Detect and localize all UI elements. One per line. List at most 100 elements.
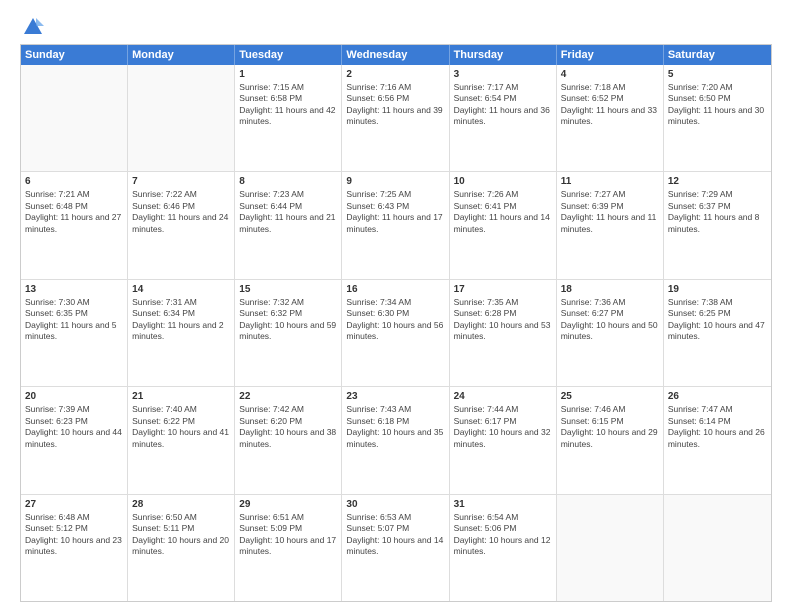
- calendar-cell: 15Sunrise: 7:32 AMSunset: 6:32 PMDayligh…: [235, 280, 342, 386]
- calendar-cell: [664, 495, 771, 601]
- cell-detail: Sunrise: 7:47 AMSunset: 6:14 PMDaylight:…: [668, 404, 767, 450]
- cell-detail: Sunrise: 7:46 AMSunset: 6:15 PMDaylight:…: [561, 404, 659, 450]
- calendar-cell: 27Sunrise: 6:48 AMSunset: 5:12 PMDayligh…: [21, 495, 128, 601]
- day-number: 7: [132, 175, 230, 188]
- calendar-cell: 19Sunrise: 7:38 AMSunset: 6:25 PMDayligh…: [664, 280, 771, 386]
- day-number: 21: [132, 390, 230, 403]
- calendar-cell: 28Sunrise: 6:50 AMSunset: 5:11 PMDayligh…: [128, 495, 235, 601]
- calendar-cell: 9Sunrise: 7:25 AMSunset: 6:43 PMDaylight…: [342, 172, 449, 278]
- calendar: SundayMondayTuesdayWednesdayThursdayFrid…: [20, 44, 772, 602]
- calendar-cell: 22Sunrise: 7:42 AMSunset: 6:20 PMDayligh…: [235, 387, 342, 493]
- day-number: 27: [25, 498, 123, 511]
- cell-detail: Sunrise: 7:31 AMSunset: 6:34 PMDaylight:…: [132, 297, 230, 343]
- day-number: 17: [454, 283, 552, 296]
- cell-detail: Sunrise: 7:25 AMSunset: 6:43 PMDaylight:…: [346, 189, 444, 235]
- cell-detail: Sunrise: 7:16 AMSunset: 6:56 PMDaylight:…: [346, 82, 444, 128]
- calendar-cell: 6Sunrise: 7:21 AMSunset: 6:48 PMDaylight…: [21, 172, 128, 278]
- calendar-cell: 23Sunrise: 7:43 AMSunset: 6:18 PMDayligh…: [342, 387, 449, 493]
- calendar-cell: 3Sunrise: 7:17 AMSunset: 6:54 PMDaylight…: [450, 65, 557, 171]
- cell-detail: Sunrise: 6:51 AMSunset: 5:09 PMDaylight:…: [239, 512, 337, 558]
- calendar-cell: 24Sunrise: 7:44 AMSunset: 6:17 PMDayligh…: [450, 387, 557, 493]
- header: [20, 16, 772, 36]
- cell-detail: Sunrise: 7:43 AMSunset: 6:18 PMDaylight:…: [346, 404, 444, 450]
- day-number: 3: [454, 68, 552, 81]
- cell-detail: Sunrise: 7:38 AMSunset: 6:25 PMDaylight:…: [668, 297, 767, 343]
- cell-detail: Sunrise: 7:42 AMSunset: 6:20 PMDaylight:…: [239, 404, 337, 450]
- calendar-header-cell: Tuesday: [235, 45, 342, 65]
- day-number: 20: [25, 390, 123, 403]
- calendar-header-cell: Sunday: [21, 45, 128, 65]
- day-number: 15: [239, 283, 337, 296]
- logo: [20, 16, 44, 36]
- cell-detail: Sunrise: 7:35 AMSunset: 6:28 PMDaylight:…: [454, 297, 552, 343]
- calendar-cell: 21Sunrise: 7:40 AMSunset: 6:22 PMDayligh…: [128, 387, 235, 493]
- calendar-cell: 14Sunrise: 7:31 AMSunset: 6:34 PMDayligh…: [128, 280, 235, 386]
- calendar-header-cell: Saturday: [664, 45, 771, 65]
- calendar-cell: 18Sunrise: 7:36 AMSunset: 6:27 PMDayligh…: [557, 280, 664, 386]
- calendar-week-row: 1Sunrise: 7:15 AMSunset: 6:58 PMDaylight…: [21, 65, 771, 172]
- day-number: 14: [132, 283, 230, 296]
- calendar-week-row: 20Sunrise: 7:39 AMSunset: 6:23 PMDayligh…: [21, 387, 771, 494]
- day-number: 9: [346, 175, 444, 188]
- day-number: 18: [561, 283, 659, 296]
- calendar-header-cell: Monday: [128, 45, 235, 65]
- cell-detail: Sunrise: 7:32 AMSunset: 6:32 PMDaylight:…: [239, 297, 337, 343]
- calendar-cell: 2Sunrise: 7:16 AMSunset: 6:56 PMDaylight…: [342, 65, 449, 171]
- day-number: 12: [668, 175, 767, 188]
- calendar-week-row: 13Sunrise: 7:30 AMSunset: 6:35 PMDayligh…: [21, 280, 771, 387]
- day-number: 19: [668, 283, 767, 296]
- cell-detail: Sunrise: 7:29 AMSunset: 6:37 PMDaylight:…: [668, 189, 767, 235]
- cell-detail: Sunrise: 7:26 AMSunset: 6:41 PMDaylight:…: [454, 189, 552, 235]
- calendar-cell: [557, 495, 664, 601]
- cell-detail: Sunrise: 7:15 AMSunset: 6:58 PMDaylight:…: [239, 82, 337, 128]
- day-number: 4: [561, 68, 659, 81]
- calendar-cell: 12Sunrise: 7:29 AMSunset: 6:37 PMDayligh…: [664, 172, 771, 278]
- day-number: 23: [346, 390, 444, 403]
- day-number: 28: [132, 498, 230, 511]
- cell-detail: Sunrise: 7:22 AMSunset: 6:46 PMDaylight:…: [132, 189, 230, 235]
- calendar-cell: 26Sunrise: 7:47 AMSunset: 6:14 PMDayligh…: [664, 387, 771, 493]
- calendar-cell: 20Sunrise: 7:39 AMSunset: 6:23 PMDayligh…: [21, 387, 128, 493]
- calendar-cell: 31Sunrise: 6:54 AMSunset: 5:06 PMDayligh…: [450, 495, 557, 601]
- calendar-page: SundayMondayTuesdayWednesdayThursdayFrid…: [0, 0, 792, 612]
- day-number: 24: [454, 390, 552, 403]
- day-number: 2: [346, 68, 444, 81]
- cell-detail: Sunrise: 7:21 AMSunset: 6:48 PMDaylight:…: [25, 189, 123, 235]
- calendar-cell: 11Sunrise: 7:27 AMSunset: 6:39 PMDayligh…: [557, 172, 664, 278]
- calendar-cell: 10Sunrise: 7:26 AMSunset: 6:41 PMDayligh…: [450, 172, 557, 278]
- cell-detail: Sunrise: 7:34 AMSunset: 6:30 PMDaylight:…: [346, 297, 444, 343]
- cell-detail: Sunrise: 7:44 AMSunset: 6:17 PMDaylight:…: [454, 404, 552, 450]
- calendar-cell: [128, 65, 235, 171]
- calendar-header-cell: Thursday: [450, 45, 557, 65]
- calendar-cell: 29Sunrise: 6:51 AMSunset: 5:09 PMDayligh…: [235, 495, 342, 601]
- logo-icon: [22, 16, 44, 38]
- calendar-header-cell: Wednesday: [342, 45, 449, 65]
- day-number: 5: [668, 68, 767, 81]
- day-number: 16: [346, 283, 444, 296]
- cell-detail: Sunrise: 7:39 AMSunset: 6:23 PMDaylight:…: [25, 404, 123, 450]
- calendar-cell: 5Sunrise: 7:20 AMSunset: 6:50 PMDaylight…: [664, 65, 771, 171]
- day-number: 29: [239, 498, 337, 511]
- cell-detail: Sunrise: 6:54 AMSunset: 5:06 PMDaylight:…: [454, 512, 552, 558]
- calendar-body: 1Sunrise: 7:15 AMSunset: 6:58 PMDaylight…: [21, 65, 771, 601]
- cell-detail: Sunrise: 7:40 AMSunset: 6:22 PMDaylight:…: [132, 404, 230, 450]
- cell-detail: Sunrise: 6:50 AMSunset: 5:11 PMDaylight:…: [132, 512, 230, 558]
- calendar-cell: [21, 65, 128, 171]
- calendar-cell: 1Sunrise: 7:15 AMSunset: 6:58 PMDaylight…: [235, 65, 342, 171]
- cell-detail: Sunrise: 7:17 AMSunset: 6:54 PMDaylight:…: [454, 82, 552, 128]
- day-number: 13: [25, 283, 123, 296]
- day-number: 10: [454, 175, 552, 188]
- calendar-cell: 16Sunrise: 7:34 AMSunset: 6:30 PMDayligh…: [342, 280, 449, 386]
- day-number: 22: [239, 390, 337, 403]
- calendar-header-cell: Friday: [557, 45, 664, 65]
- day-number: 31: [454, 498, 552, 511]
- day-number: 6: [25, 175, 123, 188]
- calendar-cell: 4Sunrise: 7:18 AMSunset: 6:52 PMDaylight…: [557, 65, 664, 171]
- cell-detail: Sunrise: 7:36 AMSunset: 6:27 PMDaylight:…: [561, 297, 659, 343]
- day-number: 8: [239, 175, 337, 188]
- cell-detail: Sunrise: 7:18 AMSunset: 6:52 PMDaylight:…: [561, 82, 659, 128]
- cell-detail: Sunrise: 7:20 AMSunset: 6:50 PMDaylight:…: [668, 82, 767, 128]
- cell-detail: Sunrise: 7:23 AMSunset: 6:44 PMDaylight:…: [239, 189, 337, 235]
- calendar-cell: 7Sunrise: 7:22 AMSunset: 6:46 PMDaylight…: [128, 172, 235, 278]
- day-number: 26: [668, 390, 767, 403]
